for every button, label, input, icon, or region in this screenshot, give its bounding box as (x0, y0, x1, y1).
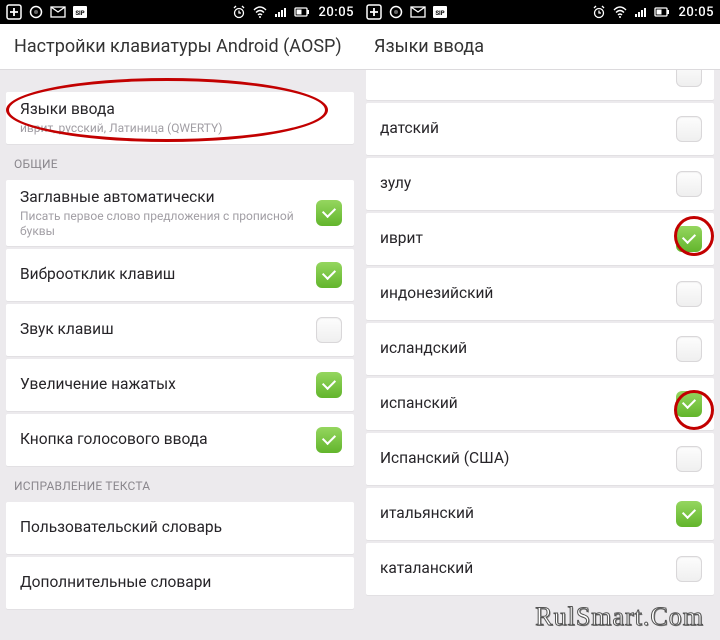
row-subtitle: иврит, русский, Латиница (QWERTY) (20, 121, 342, 135)
list-item[interactable]: испанский (366, 378, 714, 430)
signal-icon (633, 4, 649, 20)
page-title: Настройки клавиатуры Android (AOSP) (0, 24, 360, 70)
wifi-icon (612, 4, 628, 20)
checkbox[interactable] (676, 171, 702, 197)
row-title: индонезийский (380, 284, 668, 303)
row-title: Звук клавиш (20, 320, 308, 339)
row-title: итальянский (380, 504, 668, 523)
row-title: Увеличение нажатых (20, 375, 308, 394)
row-title: Языки ввода (20, 100, 342, 119)
row-sound[interactable]: Звук клавиш (6, 304, 354, 356)
section-header-general: ОБЩИЕ (0, 147, 360, 177)
section-header-textcorr: ИСПРАВЛЕНИЕ ТЕКСТА (0, 469, 360, 499)
plus-icon (6, 4, 22, 20)
row-title: исландский (380, 339, 668, 358)
row-title: испанский (380, 394, 668, 413)
checkbox[interactable] (676, 70, 702, 87)
checkbox[interactable] (316, 262, 342, 288)
alarm-icon (591, 4, 607, 20)
battery-icon (294, 4, 310, 20)
row-subtitle: Писать первое слово предложения с пропис… (20, 209, 308, 238)
screen-keyboard-settings: SIP 20:05 Настройки клавиатуры Android (… (0, 0, 360, 640)
checkbox[interactable] (316, 317, 342, 343)
row-voice[interactable]: Кнопка голосового ввода (6, 414, 354, 466)
checkbox[interactable] (676, 446, 702, 472)
list-item[interactable]: каталанский (366, 543, 714, 595)
checkbox[interactable] (316, 372, 342, 398)
row-auto-caps[interactable]: Заглавные автоматически Писать первое сл… (6, 180, 354, 246)
list-item[interactable]: зулу (366, 158, 714, 210)
row-vibro[interactable]: Виброотклик клавиш (6, 249, 354, 301)
list-item[interactable]: итальянский (366, 488, 714, 540)
svg-text:SIP: SIP (435, 10, 444, 17)
status-bar: SIP 20:05 (0, 0, 360, 24)
page-title: Языки ввода (360, 24, 720, 70)
signal-icon (273, 4, 289, 20)
alarm-icon (231, 4, 247, 20)
page-title-label: Языки ввода (374, 36, 484, 57)
page-title-label: Настройки клавиатуры Android (AOSP) (14, 36, 342, 57)
settings-list: Языки ввода иврит, русский, Латиница (QW… (0, 70, 360, 640)
mail-icon (50, 4, 66, 20)
sip-icon: SIP (72, 4, 88, 20)
row-title: зулу (380, 174, 668, 193)
status-time: 20:05 (319, 5, 354, 20)
list-item[interactable] (366, 70, 714, 100)
sip-icon: SIP (432, 4, 448, 20)
row-title: Пользовательский словарь (20, 518, 342, 537)
status-time: 20:05 (679, 5, 714, 20)
checkbox[interactable] (676, 336, 702, 362)
row-title: каталанский (380, 559, 668, 578)
checkbox[interactable] (676, 281, 702, 307)
row-title: датский (380, 119, 668, 138)
row-title: Дополнительные словари (20, 573, 342, 592)
languages-list[interactable]: датский зулу иврит индонезийский исландс… (360, 70, 720, 640)
battery-icon (654, 4, 670, 20)
circle-icon (388, 4, 404, 20)
row-title: Кнопка голосового ввода (20, 430, 308, 449)
row-title: Испанский (США) (380, 449, 668, 468)
list-item[interactable]: датский (366, 103, 714, 155)
circle-icon (28, 4, 44, 20)
svg-text:SIP: SIP (75, 10, 84, 17)
checkbox[interactable] (676, 116, 702, 142)
mail-icon (410, 4, 426, 20)
row-user-dict[interactable]: Пользовательский словарь (6, 502, 354, 554)
checkbox[interactable] (676, 556, 702, 582)
checkbox[interactable] (676, 391, 702, 417)
checkbox[interactable] (676, 501, 702, 527)
plus-icon (366, 4, 382, 20)
list-item[interactable]: иврит (366, 213, 714, 265)
row-title: иврит (380, 229, 668, 248)
screen-input-languages: SIP 20:05 Языки ввода датский (360, 0, 720, 640)
wifi-icon (252, 4, 268, 20)
row-popup[interactable]: Увеличение нажатых (6, 359, 354, 411)
list-item[interactable]: исландский (366, 323, 714, 375)
list-item[interactable]: индонезийский (366, 268, 714, 320)
list-item[interactable]: Испанский (США) (366, 433, 714, 485)
checkbox[interactable] (676, 226, 702, 252)
status-bar: SIP 20:05 (360, 0, 720, 24)
row-title: Заглавные автоматически (20, 188, 308, 207)
checkbox[interactable] (316, 427, 342, 453)
row-input-languages[interactable]: Языки ввода иврит, русский, Латиница (QW… (6, 92, 354, 144)
row-title: Виброотклик клавиш (20, 265, 308, 284)
checkbox[interactable] (316, 200, 342, 226)
row-add-dict[interactable]: Дополнительные словари (6, 557, 354, 609)
